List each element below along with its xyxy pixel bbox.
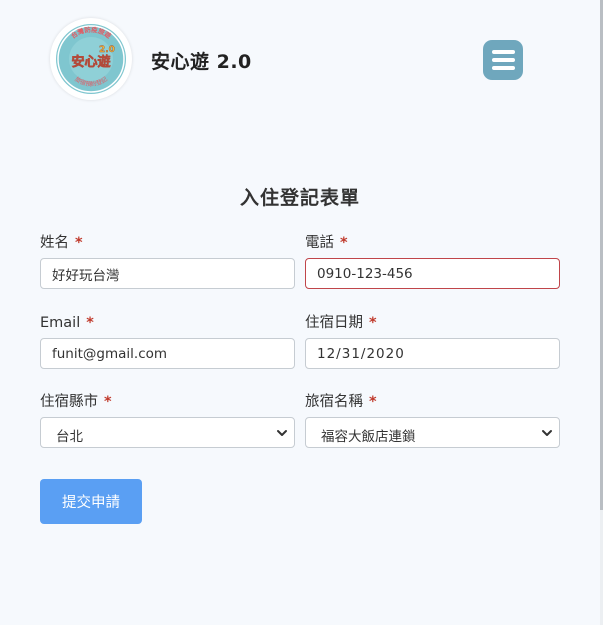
- chevron-down-icon: [277, 430, 287, 436]
- email-field-group: Email *: [40, 313, 295, 369]
- required-mark: *: [86, 315, 94, 331]
- form-title: 入住登記表單: [239, 187, 360, 209]
- hotel-field-group: 旅宿名稱 * 福容大飯店連鎖: [305, 392, 560, 448]
- date-field-group: 住宿日期 *: [305, 313, 560, 369]
- county-selected-value: 台北: [56, 429, 83, 445]
- phone-label: 電話 *: [305, 233, 560, 253]
- phone-field-group: 電話 *: [305, 233, 560, 289]
- submit-button[interactable]: 提交申請: [40, 479, 142, 524]
- county-label: 住宿縣市 *: [40, 392, 295, 412]
- required-mark: *: [340, 235, 348, 251]
- logo-center-text: 安心遊: [71, 54, 110, 70]
- required-mark: *: [369, 394, 377, 410]
- email-label-text: Email: [40, 315, 81, 331]
- date-input[interactable]: [305, 338, 560, 369]
- county-label-text: 住宿縣市: [40, 394, 98, 410]
- email-input[interactable]: [40, 338, 295, 369]
- required-mark: *: [369, 315, 377, 331]
- hotel-label-text: 旅宿名稱: [305, 394, 363, 410]
- county-field-group: 住宿縣市 * 台北: [40, 392, 295, 448]
- name-label-text: 姓名: [40, 235, 69, 251]
- chevron-down-icon: [542, 430, 552, 436]
- phone-label-text: 電話: [305, 235, 334, 251]
- name-input[interactable]: [40, 258, 295, 289]
- email-label: Email *: [40, 313, 295, 333]
- hamburger-icon-bar: [491, 58, 515, 62]
- phone-input[interactable]: [305, 258, 560, 289]
- date-label-text: 住宿日期: [305, 315, 363, 331]
- name-field-group: 姓名 *: [40, 233, 295, 289]
- logo-version-text: 2.0: [99, 45, 115, 55]
- logo-badge-icon: 台灣防疫旅遊 旅宿預約登記 2.0 安心遊: [56, 24, 126, 94]
- name-label: 姓名 *: [40, 233, 295, 253]
- menu-button[interactable]: [483, 40, 523, 80]
- county-select[interactable]: 台北: [40, 417, 295, 448]
- app-title: 安心遊 2.0: [151, 51, 252, 73]
- required-mark: *: [75, 235, 83, 251]
- hotel-label: 旅宿名稱 *: [305, 392, 560, 412]
- required-mark: *: [104, 394, 112, 410]
- logo: 台灣防疫旅遊 旅宿預約登記 2.0 安心遊: [50, 18, 132, 100]
- hamburger-icon-bar: [491, 66, 515, 70]
- hamburger-icon: [491, 50, 515, 54]
- hotel-select[interactable]: 福容大飯店連鎖: [305, 417, 560, 448]
- date-label: 住宿日期 *: [305, 313, 560, 333]
- hotel-selected-value: 福容大飯店連鎖: [321, 429, 416, 445]
